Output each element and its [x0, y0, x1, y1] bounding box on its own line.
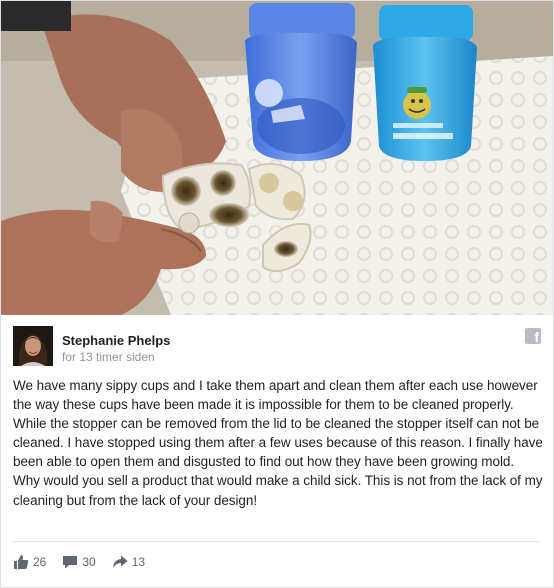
post-card: Stephanie Phelps for 13 timer siden f We… — [0, 0, 554, 588]
author-name[interactable]: Stephanie Phelps — [62, 333, 170, 348]
like-action[interactable]: 26 — [13, 554, 46, 570]
blue-sippy-cup-right — [373, 5, 477, 161]
moldy-stopper — [161, 162, 251, 234]
post-text: We have many sippy cups and I take them … — [13, 378, 543, 508]
sippy-cup-mold-photo — [1, 1, 553, 315]
share-arrow-icon — [112, 554, 128, 570]
post-timestamp[interactable]: for 13 timer siden — [62, 350, 155, 364]
profile-picture — [13, 326, 53, 366]
facebook-icon[interactable]: f — [525, 328, 541, 344]
comment-action[interactable]: 30 — [62, 554, 96, 570]
like-count: 26 — [33, 555, 47, 569]
share-count: 13 — [131, 555, 146, 569]
post-header: Stephanie Phelps for 13 timer siden f — [13, 326, 541, 366]
avatar[interactable] — [13, 326, 53, 366]
speech-bubble-icon — [62, 554, 78, 570]
thumbs-up-icon — [13, 554, 29, 570]
divider — [13, 541, 539, 542]
post-photo[interactable] — [1, 1, 553, 315]
share-action[interactable]: 13 — [112, 554, 145, 570]
blue-sippy-cup-left — [245, 3, 357, 161]
comment-count: 30 — [82, 555, 96, 569]
post-actions: 26 30 13 — [13, 551, 161, 573]
